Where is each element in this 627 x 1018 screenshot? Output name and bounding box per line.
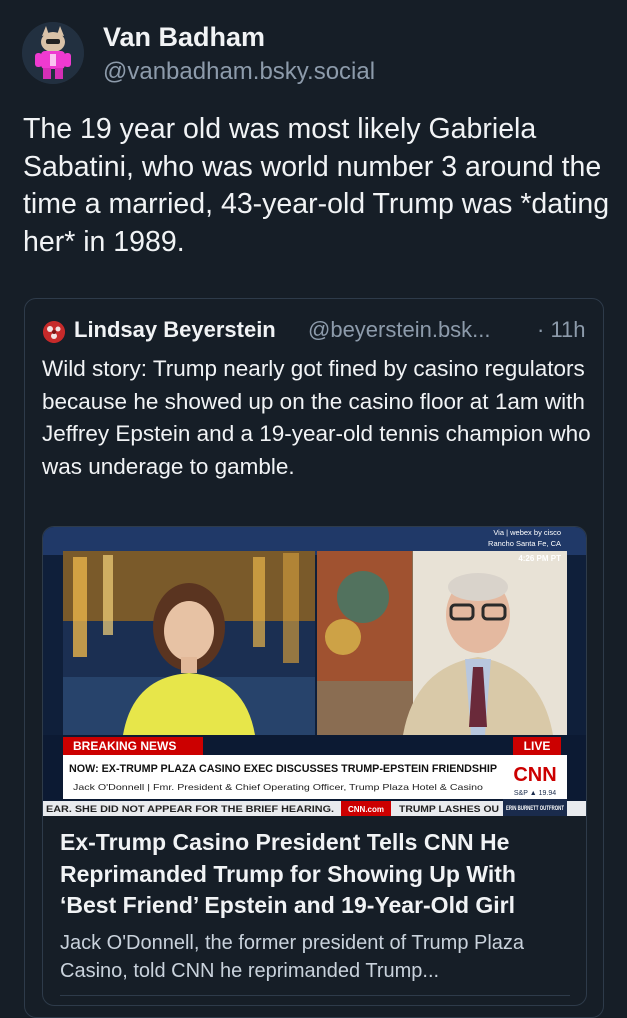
link-card[interactable]: Via | webex by cisco Rancho Santa Fe, CA… bbox=[42, 526, 587, 1006]
link-card-thumbnail: Via | webex by cisco Rancho Santa Fe, CA… bbox=[43, 527, 586, 816]
news-broadcast-image: Via | webex by cisco Rancho Santa Fe, CA… bbox=[43, 527, 586, 816]
thumb-market: S&P ▲ 19.94 bbox=[514, 790, 556, 797]
quote-author-avatar[interactable] bbox=[43, 321, 65, 343]
thumb-ticker: EAR. SHE DID NOT APPEAR FOR THE BRIEF HE… bbox=[46, 804, 334, 814]
thumb-lower-third: Jack O'Donnell | Fmr. President & Chief … bbox=[73, 782, 483, 792]
thumb-headline: NOW: EX-TRUMP PLAZA CASINO EXEC DISCUSSE… bbox=[69, 763, 497, 775]
pink-figure-icon bbox=[22, 22, 84, 84]
thumb-live: LIVE bbox=[524, 739, 551, 753]
thumb-location: Rancho Santa Fe, CA bbox=[488, 539, 561, 548]
author-display-name[interactable]: Van Badham bbox=[103, 22, 265, 53]
thumb-ticker2: TRUMP LASHES OU bbox=[399, 804, 499, 814]
thumb-show: ERIN BURNETT OUTFRONT bbox=[506, 806, 564, 812]
quote-author-name[interactable]: Lindsay Beyerstein bbox=[74, 317, 276, 343]
thumb-via: Via | webex by cisco bbox=[493, 528, 561, 537]
author-handle[interactable]: @vanbadham.bsky.social bbox=[103, 58, 375, 86]
thumb-network: CNN bbox=[513, 764, 556, 786]
post-text: The 19 year old was most likely Gabriela… bbox=[23, 113, 610, 258]
thumb-ticker-brand: CNN.com bbox=[348, 805, 384, 814]
quoted-post[interactable]: Lindsay Beyerstein @beyerstein.bsk... · … bbox=[24, 298, 604, 1018]
avatar-pattern-icon bbox=[43, 321, 65, 343]
author-avatar[interactable] bbox=[22, 22, 84, 84]
thumb-breaking: BREAKING NEWS bbox=[73, 739, 176, 753]
link-card-title: Ex-Trump Casino President Tells CNN He R… bbox=[60, 829, 516, 918]
quote-text: Wild story: Trump nearly got fined by ca… bbox=[42, 356, 591, 479]
link-card-divider bbox=[60, 995, 570, 996]
link-card-description: Jack O'Donnell, the former president of … bbox=[60, 932, 525, 982]
quote-timestamp[interactable]: · 11h bbox=[537, 317, 586, 343]
quote-author-handle[interactable]: @beyerstein.bsk... bbox=[308, 317, 491, 343]
post[interactable]: Van Badham @vanbadham.bsky.social The 19… bbox=[0, 0, 627, 1018]
thumb-clock: 4:26 PM PT bbox=[518, 554, 561, 563]
